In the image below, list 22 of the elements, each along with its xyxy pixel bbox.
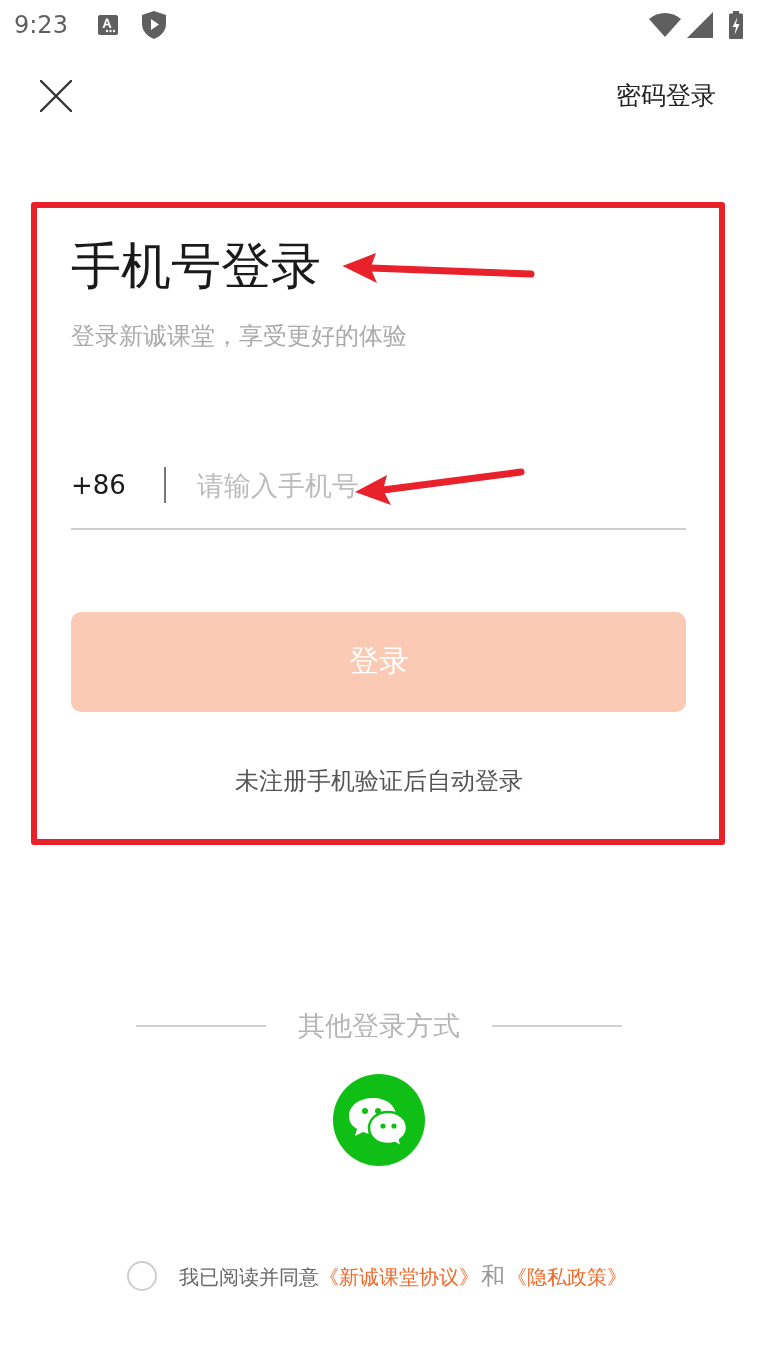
battery-icon [729, 11, 743, 39]
agreement-text: 我已阅读并同意《新诚课堂协议》和《隐私政策》 [179, 1260, 627, 1292]
page-title: 手机号登录 [71, 236, 321, 296]
auto-login-note: 未注册手机验证后自动登录 [234, 765, 523, 797]
chat-login-button[interactable] [332, 1074, 425, 1166]
chat-bubbles-icon [332, 1074, 425, 1166]
letter-a-icon [97, 15, 118, 35]
other-login-title: 其他登录方式 [297, 1009, 460, 1043]
close-icon [40, 80, 72, 112]
shield-play-icon [141, 11, 166, 39]
wifi-icon [649, 13, 681, 37]
agreement-link[interactable]: 《新诚课堂协议》 [319, 1264, 479, 1289]
country-code[interactable]: +86 [71, 468, 126, 502]
phone-input[interactable]: 请输入手机号 [196, 465, 686, 505]
signal-icon [687, 12, 713, 38]
status-time: 9:23 [14, 10, 68, 40]
close-button[interactable] [40, 80, 72, 112]
subtitle: 登录新诚课堂，享受更好的体验 [71, 321, 407, 352]
password-login-link[interactable]: 密码登录 [616, 79, 716, 113]
empty-circle-icon [127, 1261, 157, 1291]
agree-radio[interactable] [127, 1261, 157, 1291]
privacy-policy-link[interactable]: 《隐私政策》 [507, 1264, 627, 1289]
